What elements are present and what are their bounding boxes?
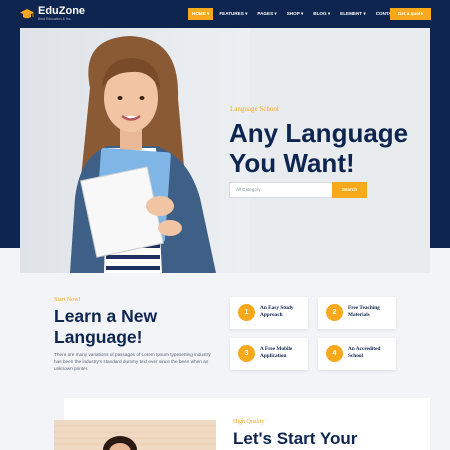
learn-kicker: Start Now! bbox=[54, 297, 81, 303]
nav-item-home[interactable]: HOME ▾ bbox=[188, 8, 214, 20]
hero-kicker: Language School bbox=[230, 105, 279, 113]
section-title: Let's Start Your bbox=[233, 429, 358, 448]
feature-label: A Free Mobile Application bbox=[260, 346, 293, 359]
nav-item-pages[interactable]: PAGES ▾ bbox=[253, 8, 280, 20]
feature-number: 4 bbox=[326, 345, 343, 362]
feature-number: 3 bbox=[238, 345, 255, 362]
main-nav: HOME ▾ FEATURES ▾ PAGES ▾ SHOP ▾ BLOG ▾ … bbox=[188, 8, 413, 20]
graduation-cap-icon bbox=[20, 8, 34, 18]
feature-number: 2 bbox=[326, 304, 343, 321]
nav-item-element[interactable]: ELEMENT ▾ bbox=[336, 8, 370, 20]
feature-card: 2 Free Teaching Materials bbox=[318, 297, 396, 329]
brand-logo[interactable]: EduZone Best Education & Inc. bbox=[20, 6, 85, 21]
feature-card: 4 An Accredited School bbox=[318, 338, 396, 370]
hero-banner: Language School Any Language You Want! A… bbox=[20, 28, 430, 273]
brand-tagline: Best Education & Inc. bbox=[38, 17, 72, 21]
brand-name: EduZone bbox=[38, 5, 86, 17]
nav-item-features[interactable]: FEATURES ▾ bbox=[215, 8, 251, 20]
nav-item-shop[interactable]: SHOP ▾ bbox=[283, 8, 308, 20]
feature-card: 3 A Free Mobile Application bbox=[230, 338, 308, 370]
section-kicker: High Quality bbox=[233, 419, 265, 425]
feature-label: An Easy Study Approach bbox=[260, 305, 294, 318]
feature-card: 1 An Easy Study Approach bbox=[230, 297, 308, 329]
get-quote-button[interactable]: Get a quote bbox=[390, 8, 431, 20]
feature-number: 1 bbox=[238, 304, 255, 321]
student-photo bbox=[20, 28, 250, 273]
hero-title: Any Language You Want! bbox=[229, 118, 409, 178]
category-select-value: All Category bbox=[236, 187, 261, 192]
feature-label: An Accredited School bbox=[348, 346, 381, 359]
classroom-photo bbox=[54, 420, 216, 450]
nav-item-blog[interactable]: BLOG ▾ bbox=[309, 8, 334, 20]
feature-label: Free Teaching Materials bbox=[348, 305, 380, 318]
search-button[interactable]: Search bbox=[332, 182, 367, 198]
learn-description: There are many variations of passages of… bbox=[54, 352, 211, 371]
learn-title: Learn a New Language! bbox=[54, 306, 158, 347]
